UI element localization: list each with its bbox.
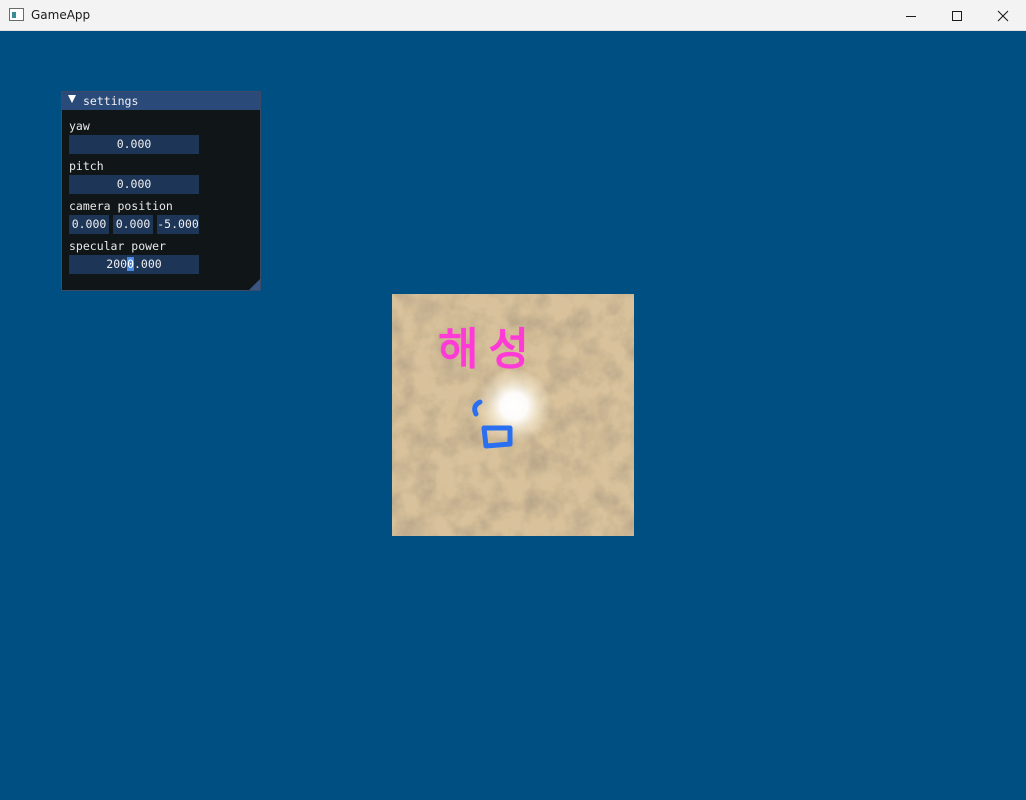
minimize-button[interactable]: [888, 0, 934, 31]
triangle-down-icon[interactable]: [68, 95, 76, 103]
title-bar: GameApp: [0, 0, 1026, 31]
maximize-button[interactable]: [934, 0, 980, 31]
close-button[interactable]: [980, 0, 1026, 31]
yaw-input[interactable]: 0.000: [69, 135, 199, 154]
pitch-label: pitch: [69, 159, 104, 173]
camera-position-y-input[interactable]: 0.000: [113, 215, 153, 234]
textured-quad: 해성: [392, 294, 634, 536]
close-icon: [997, 10, 1009, 21]
pitch-input[interactable]: 0.000: [69, 175, 199, 194]
annotation-overlay: 해성: [438, 324, 539, 449]
specular-power-text-before: 200: [106, 257, 128, 271]
specular-power-label: specular power: [69, 239, 166, 253]
specular-power-input[interactable]: 2000.000: [69, 255, 199, 274]
camera-position-z-input[interactable]: -5.000: [157, 215, 199, 234]
camera-position-label: camera position: [69, 199, 173, 213]
settings-panel-header[interactable]: settings: [62, 92, 260, 110]
minimize-icon: [906, 15, 916, 17]
annotation-text: 해성: [438, 324, 539, 375]
window-title: GameApp: [31, 8, 91, 22]
maximize-icon: [952, 10, 962, 21]
specular-power-text-after: .000: [134, 257, 162, 271]
settings-panel: settings yaw 0.000 pitch 0.000 camera po…: [61, 91, 261, 291]
settings-panel-title: settings: [83, 94, 139, 108]
specular-power-selection: 0: [127, 257, 134, 271]
yaw-label: yaw: [69, 119, 90, 133]
app-window-icon: [9, 8, 24, 21]
camera-position-x-input[interactable]: 0.000: [69, 215, 109, 234]
annotation-blue-mark: [472, 399, 513, 449]
resize-grip-icon[interactable]: [249, 279, 260, 290]
